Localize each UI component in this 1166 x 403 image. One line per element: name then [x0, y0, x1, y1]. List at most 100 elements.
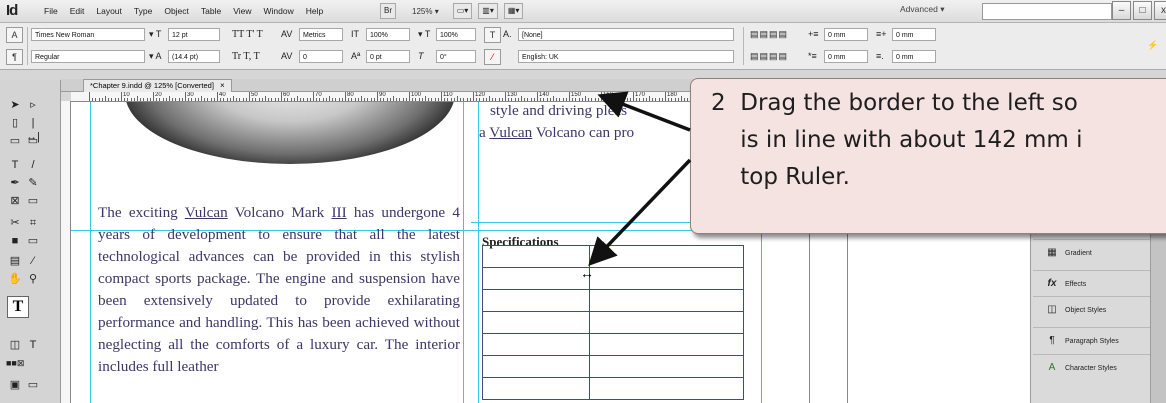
character-mode-icon[interactable]: A	[6, 27, 23, 43]
maximize-button[interactable]: □	[1133, 1, 1152, 20]
screen-mode-icon[interactable]: ▭	[26, 378, 40, 392]
vertical-ruler[interactable]	[61, 101, 71, 403]
workspace-switcher[interactable]: Advanced ▾	[900, 4, 944, 15]
ruler-tick	[361, 96, 362, 101]
menu-object[interactable]: Object	[158, 0, 195, 22]
menu-help[interactable]: Help	[300, 0, 329, 22]
ruler-tick	[428, 98, 430, 101]
table-cell[interactable]	[482, 355, 590, 378]
rectangle-frame-icon[interactable]: ⊠	[8, 194, 22, 208]
table-cell[interactable]	[482, 289, 590, 312]
screen-mode-icon[interactable]: ▥▾	[478, 3, 498, 19]
ruler-tick	[271, 98, 273, 101]
table-cell[interactable]	[589, 245, 744, 268]
gap-tool-icon[interactable]: |↔|	[26, 116, 40, 143]
zoom-tool-icon[interactable]: ⚲	[26, 272, 40, 286]
gradient-feather-icon[interactable]: ▭	[26, 234, 40, 248]
arrange-documents-icon[interactable]: ▦▾	[503, 3, 524, 19]
menu-file[interactable]: File	[38, 0, 64, 22]
menu-view[interactable]: View	[227, 0, 257, 22]
formatting-affects-container-icon[interactable]: ◫	[8, 338, 22, 352]
pen-tool-icon[interactable]: ✒	[8, 176, 22, 190]
page-tool-icon[interactable]: ▯	[8, 116, 22, 130]
table-cell[interactable]	[482, 377, 590, 400]
leading-field[interactable]: (14.4 pt)	[168, 50, 220, 63]
hand-tool-icon[interactable]: ✋	[8, 272, 22, 286]
eyedropper-tool-icon[interactable]: ⁄	[26, 254, 40, 268]
paragraph-mode-icon[interactable]: ¶	[6, 49, 23, 65]
panel-paragraph-styles[interactable]: ¶ Paragraph Styles	[1033, 327, 1161, 354]
pencil-tool-icon[interactable]: ✎	[26, 176, 40, 190]
free-transform-icon[interactable]: ⌗	[26, 216, 40, 230]
content-collector-icon[interactable]: ▭	[8, 134, 22, 148]
bridge-button[interactable]: Br	[380, 3, 396, 19]
line-tool-icon[interactable]: /	[26, 158, 40, 172]
column-text[interactable]: style and driving pleas a Vulcan Volcano…	[479, 102, 679, 144]
last-indent-field[interactable]: 0 mm	[892, 50, 936, 63]
ruler-tick	[255, 98, 257, 101]
direct-selection-tool-icon[interactable]: ▹	[26, 98, 40, 112]
justify-buttons-icon[interactable]: ▤▤▤▤	[750, 50, 788, 63]
close-button[interactable]: x	[1154, 1, 1166, 20]
table-cell[interactable]	[589, 267, 744, 290]
table-cell[interactable]	[589, 333, 744, 356]
table-cell[interactable]	[482, 311, 590, 334]
menu-table[interactable]: Table	[195, 0, 227, 22]
character-style-field[interactable]: [None]	[518, 28, 734, 41]
panel-character-styles[interactable]: A Character Styles	[1033, 354, 1161, 381]
minimize-button[interactable]: –	[1112, 1, 1131, 20]
view-options-icon[interactable]: ▭▾	[452, 3, 473, 19]
body-text-frame[interactable]: The exciting Vulcan Volcano Mark III has…	[98, 202, 460, 378]
baseline-shift-field[interactable]: 0 pt	[366, 50, 410, 63]
type-on-path-icon[interactable]: T	[8, 158, 22, 172]
table-cell[interactable]	[589, 377, 744, 400]
underline-icon[interactable]: Tr T, T	[232, 50, 260, 63]
skew-field[interactable]: 0°	[436, 50, 476, 63]
scissors-tool-icon[interactable]: ✂	[8, 216, 22, 230]
right-indent-field[interactable]: 0 mm	[892, 28, 936, 41]
font-size-field[interactable]: 12 pt	[168, 28, 220, 41]
gradient-swatch-icon[interactable]: ■	[8, 234, 22, 248]
align-buttons-icon[interactable]: ▤▤▤▤	[750, 28, 788, 41]
zoom-level-dropdown[interactable]: 125% ▾	[412, 7, 439, 16]
menu-layout[interactable]: Layout	[90, 0, 128, 22]
fill-text-icon[interactable]: T	[484, 27, 501, 43]
stroke-none-icon[interactable]: ⁄	[484, 49, 501, 65]
menu-edit[interactable]: Edit	[64, 0, 91, 22]
table-cell[interactable]	[589, 289, 744, 312]
panel-gradient[interactable]: ▦ Gradient	[1033, 239, 1161, 266]
flyout-menu-icon[interactable]: ⚡	[1147, 39, 1158, 52]
rectangle-tool-icon[interactable]: ▭	[26, 194, 40, 208]
table-cell[interactable]	[482, 267, 590, 290]
vertical-scale-field[interactable]: 100%	[366, 28, 410, 41]
horizontal-scale-field[interactable]: 100%	[436, 28, 476, 41]
search-input[interactable]	[982, 3, 1112, 20]
specifications-table[interactable]	[482, 245, 744, 400]
fill-stroke-icon[interactable]: T	[7, 296, 29, 318]
all-caps-icon[interactable]: TT T' T	[232, 28, 263, 41]
document-tab[interactable]: *Chapter 9.indd @ 125% [Converted] ×	[83, 79, 232, 92]
font-style-field[interactable]: Regular	[31, 50, 145, 63]
panel-effects[interactable]: fx Effects	[1033, 270, 1161, 297]
table-cell[interactable]	[482, 333, 590, 356]
left-indent-field[interactable]: 0 mm	[824, 28, 868, 41]
close-icon[interactable]: ×	[220, 81, 225, 90]
apply-color-icon[interactable]: ■■⊠	[6, 356, 24, 370]
table-cell[interactable]	[482, 245, 590, 268]
selection-tool-icon[interactable]: ➤	[8, 98, 22, 112]
first-indent-field[interactable]: 0 mm	[824, 50, 868, 63]
note-tool-icon[interactable]: ▤	[8, 254, 22, 268]
menu-type[interactable]: Type	[128, 0, 158, 22]
content-placer-icon[interactable]: ▭	[26, 134, 40, 148]
car-image[interactable]	[125, 102, 455, 164]
formatting-affects-text-icon[interactable]: T	[26, 338, 40, 352]
menu-window[interactable]: Window	[258, 0, 300, 22]
view-mode-icon[interactable]: ▣	[8, 378, 22, 392]
tracking-field[interactable]: 0	[299, 50, 343, 63]
table-cell[interactable]	[589, 355, 744, 378]
kerning-field[interactable]: Metrics	[299, 28, 343, 41]
language-field[interactable]: English: UK	[518, 50, 734, 63]
font-family-field[interactable]: Times New Roman	[31, 28, 145, 41]
panel-object-styles[interactable]: ◫ Object Styles	[1033, 296, 1161, 323]
table-cell[interactable]	[589, 311, 744, 334]
